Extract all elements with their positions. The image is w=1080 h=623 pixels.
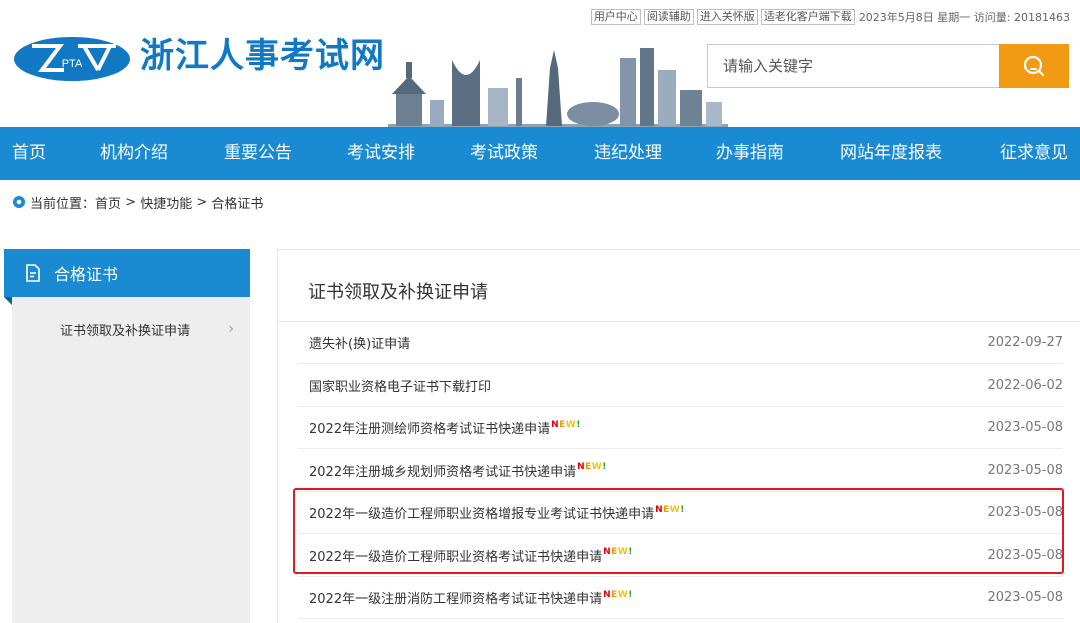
list-item-date: 2023-05-08 (987, 420, 1063, 435)
list-item-title-text: 2022年一级造价工程师职业资格增报专业考试证书快递申请 (309, 507, 655, 522)
list-item-title-text: 2022年注册城乡规划师资格考试证书快递申请 (309, 464, 577, 480)
list-item-title-text: 2022年一级造价工程师职业资格考试证书快递申请 (309, 549, 603, 565)
site-title[interactable]: 浙江人事考试网 (140, 30, 385, 82)
new-badge-letter: N (603, 547, 612, 557)
search-input[interactable] (707, 44, 999, 88)
nav-exam-policy[interactable]: 考试政策 (470, 127, 538, 180)
list-item[interactable]: 2022年注册城乡规划师资格考试证书快递申请 NEW! 2023-05-08 (298, 450, 1063, 492)
content-panel: 证书领取及补换证申请 遗失补(换)证申请 2022-09-27 国家职业资格电子证书… (277, 249, 1080, 623)
nav-feedback[interactable]: 征求意见 (1000, 127, 1068, 180)
reading-aid-link[interactable]: 阅读辅助 (643, 9, 694, 25)
list-item-date: 2023-05-08 (987, 590, 1063, 605)
nav-about[interactable]: 机构介绍 (100, 127, 168, 180)
list-item-title-text: 国家职业资格电子证书下载打印 (309, 379, 492, 395)
top-utility-bar: 用户中心 阅读辅助 进入关怀版 适老化客户端下载 2023年5月8日 星期一 访… (588, 8, 1070, 26)
new-badge-letter: E (663, 504, 670, 515)
list-item-title-text: 2022年注册测绘师资格考试证书快递申请 (309, 422, 551, 437)
new-badge-icon: NEW! (603, 590, 633, 600)
new-badge-letter: N (603, 589, 612, 600)
breadcrumb-separator: > (192, 194, 212, 210)
pta-logo-icon[interactable]: PTA (12, 30, 132, 88)
list-item-title[interactable]: 2022年一级造价工程师职业资格考试证书快递申请 NEW! (309, 546, 633, 565)
list-item-title[interactable]: 2022年一级注册消防工程师资格考试证书快递申请 NEW! (309, 588, 633, 608)
nav-violation[interactable]: 违纪处理 (594, 127, 662, 180)
breadcrumb-separator: > (121, 194, 141, 210)
list-item-title[interactable]: 2022年注册城乡规划师资格考试证书快递申请 NEW! (309, 461, 607, 480)
breadcrumb-current[interactable]: 合格证书 (211, 193, 263, 212)
new-badge-letter: ! (628, 547, 633, 557)
new-badge-letter: W (669, 504, 681, 515)
breadcrumb-label: 当前位置： (30, 196, 96, 212)
new-badge-icon: NEW! (577, 462, 607, 472)
list-item-title-text: 2022年一级注册消防工程师资格考试证书快递申请 (309, 592, 603, 607)
new-badge-letter: W (591, 462, 603, 472)
new-badge-letter: N (551, 419, 560, 430)
new-badge-letter: E (585, 462, 592, 472)
sidebar: 合格证书 证书领取及补换证申请 › (4, 249, 250, 623)
logo-text: PTA (62, 58, 83, 70)
list-item[interactable]: 2022年注册测绘师资格考试证书快递申请 NEW! 2023-05-08 (298, 407, 1063, 449)
new-badge-letter: ! (602, 462, 607, 472)
breadcrumb-home[interactable]: 首页 (95, 193, 121, 212)
list-item-title[interactable]: 遗失补(换)证申请 (309, 333, 410, 352)
sidebar-item-certificate-apply[interactable]: 证书领取及补换证申请 › (12, 309, 250, 349)
document-icon (26, 264, 40, 282)
list-item-date: 2022-06-02 (987, 377, 1063, 393)
sidebar-header: 合格证书 (4, 249, 250, 297)
list-item[interactable]: 2022年一级注册消防工程师资格考试证书快递申请 NEW! 2023-05-08 (298, 577, 1063, 619)
list-item-title[interactable]: 2022年一级造价工程师职业资格增报专业考试证书快递申请 NEW! (309, 503, 685, 523)
new-badge-letter: ! (628, 589, 633, 600)
breadcrumb: 当前位置： 首页 > 快捷功能 > 合格证书 (12, 192, 263, 212)
nav-home[interactable]: 首页 (12, 127, 46, 180)
nav-guide[interactable]: 办事指南 (716, 127, 784, 180)
list-item[interactable]: 2022年一级造价工程师职业资格增报专业考试证书快递申请 NEW! 2023-05-… (298, 492, 1063, 534)
new-badge-letter: N (655, 504, 664, 515)
nav-annual-report[interactable]: 网站年度报表 (840, 127, 942, 180)
new-badge-letter: W (617, 547, 629, 557)
sidebar-header-fold (4, 297, 12, 305)
main-nav: 首页 机构介绍 重要公告 考试安排 考试政策 违纪处理 办事指南 网站年度报表 … (0, 127, 1080, 180)
location-pin-icon (13, 196, 25, 208)
new-badge-letter: ! (576, 419, 581, 430)
nav-announcements[interactable]: 重要公告 (224, 127, 292, 180)
new-badge-letter: ! (680, 504, 685, 515)
care-version-link[interactable]: 进入关怀版 (696, 9, 758, 25)
list-item-title[interactable]: 2022年注册测绘师资格考试证书快递申请 NEW! (309, 418, 581, 438)
elderly-client-download-link[interactable]: 适老化客户端下载 (760, 9, 855, 25)
breadcrumb-section[interactable]: 快捷功能 (140, 193, 192, 212)
list-item-date: 2023-05-08 (987, 505, 1063, 520)
new-badge-icon: NEW! (551, 420, 581, 430)
new-badge-letter: E (611, 589, 618, 600)
new-badge-letter: N (577, 462, 586, 472)
chevron-right-icon: › (228, 321, 234, 337)
new-badge-letter: W (617, 589, 629, 600)
new-badge-icon: NEW! (603, 547, 633, 557)
list-item-title-text: 遗失补(换)证申请 (309, 337, 411, 352)
list-item-date: 2023-05-08 (987, 462, 1063, 478)
search-icon (1023, 55, 1045, 77)
list-item[interactable]: 国家职业资格电子证书下载打印 2022-06-02 (298, 365, 1063, 407)
search-button[interactable] (999, 44, 1069, 88)
list-item[interactable]: 2022年一级造价工程师职业资格考试证书快递申请 NEW! 2023-05-08 (298, 535, 1063, 577)
sidebar-title: 合格证书 (54, 265, 119, 284)
user-center-link[interactable]: 用户中心 (590, 9, 641, 25)
list-item-date: 2022-09-27 (987, 335, 1063, 350)
list-item-date: 2023-05-08 (987, 547, 1063, 563)
panel-title: 证书领取及补换证申请 (308, 282, 488, 303)
new-badge-letter: E (559, 419, 566, 430)
city-skyline-illustration (388, 48, 728, 128)
list-item-title[interactable]: 国家职业资格电子证书下载打印 (309, 376, 491, 395)
new-badge-letter: W (565, 419, 577, 430)
new-badge-icon: NEW! (655, 505, 685, 515)
date-visit-info: 2023年5月8日 星期一 访问量: 20181463 (858, 11, 1070, 24)
sidebar-item-label: 证书领取及补换证申请 (60, 323, 191, 339)
list-item[interactable]: 遗失补(换)证申请 2022-09-27 (298, 322, 1063, 364)
new-badge-letter: E (611, 547, 618, 557)
nav-exam-schedule[interactable]: 考试安排 (347, 127, 415, 180)
